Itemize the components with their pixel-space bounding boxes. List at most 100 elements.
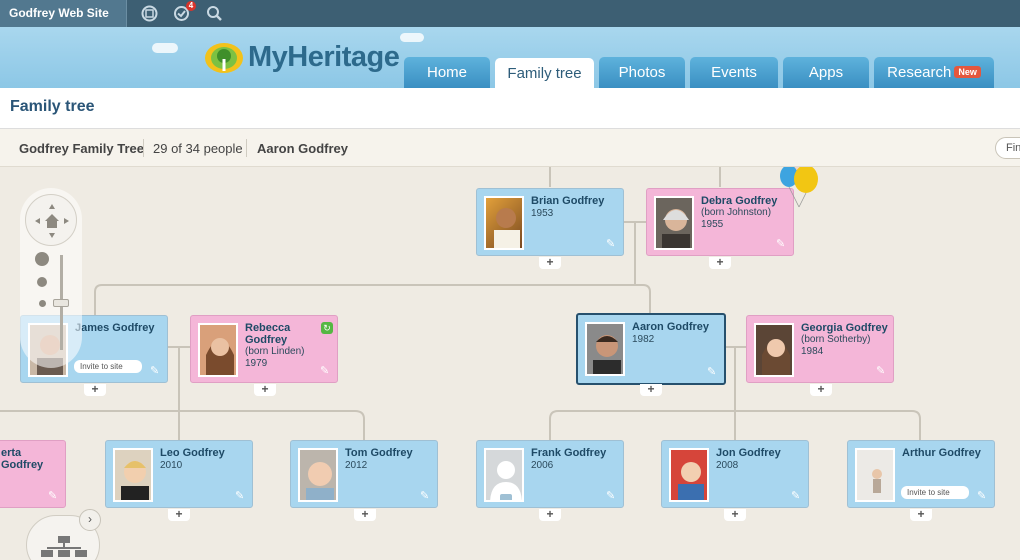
notification-badge: 4 <box>186 1 196 11</box>
myheritage-logo[interactable]: MyHeritage <box>204 41 400 74</box>
add-relative-button[interactable]: + <box>254 383 276 396</box>
zoom-level-dot[interactable] <box>37 277 47 287</box>
person-photo[interactable] <box>585 322 625 376</box>
add-relative-button[interactable]: + <box>84 383 106 396</box>
edit-pencil-icon[interactable]: ✎ <box>606 491 617 502</box>
people-count: 29 of 34 people <box>153 141 243 156</box>
title-bar: Family tree <box>0 88 1020 129</box>
edit-pencil-icon[interactable]: ✎ <box>320 366 331 377</box>
expand-chevron-icon[interactable]: › <box>79 509 101 531</box>
edit-pencil-icon[interactable]: ✎ <box>235 491 246 502</box>
person-photo[interactable] <box>855 448 895 502</box>
person-photo[interactable] <box>113 448 153 502</box>
person-name-line1: Rebecca <box>245 322 291 334</box>
person-maiden-name: (born Linden) <box>245 346 305 357</box>
person-photo[interactable] <box>198 323 238 377</box>
zoom-level-dot[interactable] <box>39 300 46 307</box>
pan-control[interactable] <box>25 194 77 246</box>
person-name: Aaron Godfrey <box>632 321 710 333</box>
tab-research[interactable]: Research New <box>874 57 994 88</box>
person-name: Georgia Godfrey <box>801 322 888 334</box>
find-input[interactable]: Fin <box>995 137 1020 159</box>
search-icon[interactable] <box>206 5 223 22</box>
placeholder-avatar-icon[interactable] <box>484 448 524 502</box>
smart-match-icon[interactable]: ↻ <box>321 322 333 334</box>
tab-family-tree[interactable]: Family tree <box>495 58 594 89</box>
tab-apps[interactable]: Apps <box>783 57 869 88</box>
person-card-debra[interactable]: Debra Godfrey (born Johnston) 1955 ✎ <box>646 188 794 256</box>
tab-home[interactable]: Home <box>404 57 490 88</box>
person-photo[interactable] <box>669 448 709 502</box>
tree-info-bar: Godfrey Family Tree 29 of 34 people Aaro… <box>0 129 1020 167</box>
person-year: 2010 <box>160 460 183 471</box>
person-name: James Godfrey <box>75 322 155 334</box>
edit-pencil-icon[interactable]: ✎ <box>876 366 887 377</box>
edit-pencil-icon[interactable]: ✎ <box>48 491 59 502</box>
person-year: 1984 <box>801 346 824 357</box>
add-relative-button[interactable]: + <box>168 508 190 521</box>
person-year: 1953 <box>531 208 554 219</box>
person-photo[interactable] <box>484 196 524 250</box>
person-card-georgia[interactable]: Georgia Godfrey (born Sotherby) 1984 ✎ <box>746 315 894 383</box>
person-card-arthur[interactable]: Arthur Godfrey Invite to site ✎ <box>847 440 995 508</box>
person-name: erta Godfrey <box>1 447 44 471</box>
tree-name[interactable]: Godfrey Family Tree <box>19 141 144 156</box>
edit-pencil-icon[interactable]: ✎ <box>606 239 617 250</box>
person-name: Arthur Godfrey <box>902 447 981 459</box>
person-year: 1955 <box>701 219 724 230</box>
person-card-berta[interactable]: erta Godfrey ✎ <box>0 440 66 508</box>
edit-pencil-icon[interactable]: ✎ <box>707 367 718 378</box>
new-badge: New <box>954 66 981 78</box>
tab-photos[interactable]: Photos <box>599 57 685 88</box>
person-photo[interactable] <box>298 448 338 502</box>
cloud-decoration <box>400 33 424 42</box>
add-relative-button[interactable]: + <box>354 508 376 521</box>
home-icon[interactable] <box>26 195 78 247</box>
person-card-jon[interactable]: Jon Godfrey 2008 ✎ <box>661 440 809 508</box>
zoom-control[interactable] <box>20 188 82 368</box>
zoom-slider-handle[interactable] <box>53 299 69 307</box>
person-name: Jon Godfrey <box>716 447 781 459</box>
add-relative-button[interactable]: + <box>539 508 561 521</box>
add-relative-button[interactable]: + <box>910 508 932 521</box>
tab-events[interactable]: Events <box>690 57 778 88</box>
birthday-balloons-icon <box>780 167 818 208</box>
edit-pencil-icon[interactable]: ✎ <box>791 491 802 502</box>
zoom-in-dot[interactable] <box>35 252 49 266</box>
person-name: Tom Godfrey <box>345 447 413 459</box>
person-card-tom[interactable]: Tom Godfrey 2012 ✎ <box>290 440 438 508</box>
person-card-leo[interactable]: Leo Godfrey 2010 ✎ <box>105 440 253 508</box>
person-name-line2: Godfrey <box>245 334 288 346</box>
person-year: 2006 <box>531 460 554 471</box>
edit-pencil-icon[interactable]: ✎ <box>150 366 161 377</box>
person-name: Brian Godfrey <box>531 195 605 207</box>
separator <box>246 139 247 157</box>
add-relative-button[interactable]: + <box>810 383 832 396</box>
add-relative-button[interactable]: + <box>709 256 731 269</box>
site-name-button[interactable]: Godfrey Web Site <box>0 0 127 27</box>
edit-pencil-icon[interactable]: ✎ <box>776 239 787 250</box>
separator <box>143 139 144 157</box>
tree-logo-icon <box>205 42 243 73</box>
logo-text: MyHeritage <box>248 41 400 73</box>
person-card-brian[interactable]: Brian Godfrey 1953 ✎ <box>476 188 624 256</box>
root-person[interactable]: Aaron Godfrey <box>257 141 348 156</box>
person-photo[interactable] <box>654 196 694 250</box>
person-card-aaron[interactable]: Aaron Godfrey 1982 ✎ <box>576 313 726 385</box>
invite-to-site-button[interactable]: Invite to site <box>74 360 142 373</box>
add-relative-button[interactable]: + <box>724 508 746 521</box>
inbox-icon[interactable] <box>141 5 158 22</box>
edit-pencil-icon[interactable]: ✎ <box>977 491 988 502</box>
person-card-frank[interactable]: Frank Godfrey 2006 ✎ <box>476 440 624 508</box>
person-year: 1982 <box>632 334 655 345</box>
person-maiden-name: (born Sotherby) <box>801 334 871 345</box>
person-card-rebecca[interactable]: Rebecca Godfrey (born Linden) 1979 ↻ ✎ <box>190 315 338 383</box>
person-year: 2008 <box>716 460 739 471</box>
invite-to-site-button[interactable]: Invite to site <box>901 486 969 499</box>
person-photo[interactable] <box>754 323 794 377</box>
person-name: Leo Godfrey <box>160 447 225 459</box>
add-relative-button[interactable]: + <box>640 383 662 396</box>
family-tree-canvas[interactable]: Brian Godfrey 1953 ✎ + Debra Godfrey (bo… <box>0 167 1020 560</box>
add-relative-button[interactable]: + <box>539 256 561 269</box>
edit-pencil-icon[interactable]: ✎ <box>420 491 431 502</box>
